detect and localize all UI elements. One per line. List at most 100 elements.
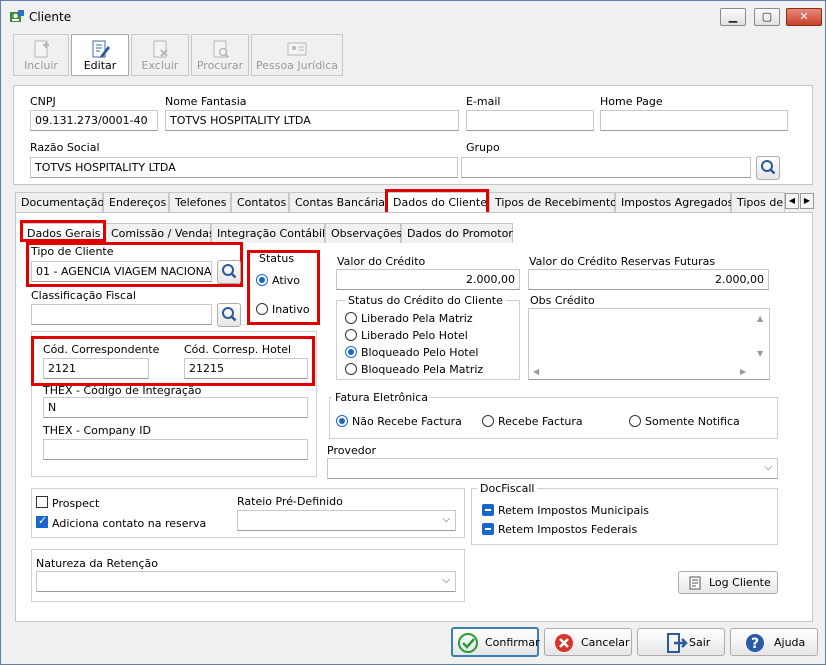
check-circle-icon	[458, 633, 478, 653]
tipo-cliente-highlight	[26, 242, 243, 287]
recebe-factura-label: Recebe Factura	[498, 415, 583, 428]
valor-credito-reservas-field[interactable]: 2.000,00	[528, 269, 769, 290]
procurar-button[interactable]: Procurar	[191, 34, 249, 76]
liberado-hotel-radio[interactable]	[345, 329, 357, 341]
procurar-label: Procurar	[196, 59, 244, 72]
email-field[interactable]	[466, 110, 594, 131]
thex-codigo-field[interactable]: N	[43, 397, 308, 418]
ajuda-button[interactable]: ? Ajuda	[730, 628, 818, 656]
subtab-comissao-vendas[interactable]: Comissão / Vendas	[105, 223, 215, 243]
chevron-up-icon: ▲	[757, 314, 764, 323]
confirmar-button[interactable]: Confirmar	[451, 627, 540, 657]
thex-company-field[interactable]	[43, 439, 308, 460]
tab-label: Impostos Agregados	[621, 196, 734, 209]
search-icon	[761, 160, 776, 175]
natureza-label: Natureza da Retenção	[36, 557, 159, 570]
status-credito-label: Status do Crédito do Cliente	[345, 294, 506, 307]
document-icon	[689, 576, 701, 590]
cnpj-label: CNPJ	[30, 95, 56, 108]
classificacao-fiscal-search-button[interactable]	[217, 303, 241, 327]
cod-correspondente-field[interactable]: 2121	[43, 358, 149, 379]
status-label: Status	[259, 252, 295, 265]
thex-company-label: THEX - Company ID	[43, 424, 151, 437]
cliente-window: Cliente ▁ ▢ ✕ Incluir Editar Excluir Pro…	[0, 0, 826, 665]
tab-contatos[interactable]: Contatos	[231, 192, 289, 212]
tab-tipos-de-recebimento[interactable]: Tipos de Recebimento	[489, 192, 617, 212]
obs-credito-textarea[interactable]	[528, 308, 770, 380]
cnpj-field[interactable]: 09.131.273/0001-40	[30, 110, 158, 131]
obs-credito-label: Obs Crédito	[530, 294, 595, 307]
natureza-select[interactable]: ⌵	[36, 571, 456, 592]
tab-impostos-agregados[interactable]: Impostos Agregados	[615, 192, 734, 212]
bloqueado-hotel-label: Bloqueado Pelo Hotel	[361, 346, 479, 359]
nome-fantasia-field[interactable]: TOTVS HOSPITALITY LTDA	[165, 110, 459, 131]
subtab-integracao-contabil[interactable]: Integração Contábil	[211, 223, 325, 243]
cod-corresp-hotel-label: Cód. Corresp. Hotel	[184, 343, 292, 356]
toolbar: Incluir Editar Excluir Procurar Pessoa J…	[13, 34, 345, 78]
liberado-matriz-radio[interactable]	[345, 312, 357, 324]
grupo-search-button[interactable]	[756, 156, 780, 180]
valor-credito-field[interactable]: 2.000,00	[336, 269, 520, 290]
tab-scroll-left[interactable]: ◀	[785, 193, 799, 209]
tab-tipos-de[interactable]: Tipos de	[731, 192, 785, 212]
subtab-dados-do-promotor[interactable]: Dados do Promotor	[401, 223, 513, 243]
tab-scroll-right[interactable]: ▶	[800, 193, 814, 209]
excluir-label: Excluir	[141, 59, 179, 72]
retem-federais-checkbox[interactable]	[482, 523, 494, 535]
home-page-field[interactable]	[600, 110, 788, 131]
tab-contas-bancarias[interactable]: Contas Bancárias	[289, 192, 391, 212]
pessoa-juridica-label: Pessoa Jurídica	[255, 59, 339, 72]
chevron-down-icon: ⌵	[442, 514, 450, 525]
prospect-checkbox[interactable]	[36, 496, 48, 508]
delete-document-icon	[153, 40, 168, 58]
tab-enderecos[interactable]: Endereços	[103, 192, 169, 212]
log-cliente-button[interactable]: Log Cliente	[678, 571, 778, 594]
adiciona-contato-checkbox[interactable]	[36, 514, 48, 528]
maximize-button[interactable]: ▢	[754, 8, 780, 26]
incluir-button[interactable]: Incluir	[13, 34, 69, 76]
incluir-label: Incluir	[24, 59, 58, 72]
cancelar-button[interactable]: Cancelar	[544, 628, 632, 656]
status-inativo-radio[interactable]	[256, 303, 268, 315]
razao-social-field[interactable]: TOTVS HOSPITALITY LTDA	[30, 157, 458, 178]
obs-scroll-down[interactable]: ▼	[757, 349, 763, 358]
home-page-label: Home Page	[600, 95, 663, 108]
obs-scroll-right[interactable]: ▶	[740, 367, 746, 376]
subtab-observacoes[interactable]: Observações	[325, 223, 402, 243]
provedor-select[interactable]: ⌵	[327, 458, 778, 479]
close-icon: ✕	[799, 10, 809, 23]
ajuda-label: Ajuda	[774, 636, 806, 649]
prospect-label: Prospect	[52, 497, 100, 510]
classificacao-fiscal-field[interactable]	[31, 304, 212, 325]
editar-button[interactable]: Editar	[71, 34, 129, 76]
bloqueado-matriz-label: Bloqueado Pela Matriz	[361, 363, 484, 376]
bloqueado-matriz-radio[interactable]	[345, 363, 357, 375]
excluir-button[interactable]: Excluir	[131, 34, 189, 76]
tab-documentacao[interactable]: Documentação	[15, 192, 104, 212]
tab-telefones[interactable]: Telefones	[169, 192, 231, 212]
obs-scroll-up[interactable]: ▲	[757, 314, 763, 323]
status-ativo-radio[interactable]	[256, 274, 268, 286]
retem-municipais-checkbox[interactable]	[482, 504, 494, 516]
obs-scroll-left[interactable]: ◀	[533, 367, 539, 376]
rateio-select[interactable]: ⌵	[237, 510, 456, 531]
edit-icon	[92, 40, 110, 58]
minimize-button[interactable]: ▁	[720, 8, 746, 26]
recebe-factura-radio[interactable]	[482, 415, 494, 427]
bloqueado-hotel-radio[interactable]	[345, 346, 357, 358]
chevron-down-icon: ▼	[757, 349, 764, 358]
grupo-field[interactable]	[461, 157, 751, 178]
somente-notifica-radio[interactable]	[629, 415, 641, 427]
nao-recebe-factura-radio[interactable]	[336, 415, 348, 427]
close-button[interactable]: ✕	[786, 8, 822, 26]
tipo-cliente-search-button[interactable]	[217, 260, 241, 284]
pessoa-juridica-button[interactable]: Pessoa Jurídica	[251, 34, 343, 76]
tab-label: Tipos de Recebimento	[495, 196, 617, 209]
nao-recebe-factura-label: Não Recebe Factura	[352, 415, 462, 428]
cod-corresp-hotel-field[interactable]: 21215	[184, 358, 308, 379]
sair-button[interactable]: Sair	[637, 628, 725, 656]
liberado-matriz-label: Liberado Pela Matriz	[361, 312, 473, 325]
dados-gerais-highlight	[20, 220, 106, 242]
thex-codigo-label: THEX - Código de Integração	[43, 384, 202, 397]
tab-label: Telefones	[175, 196, 227, 209]
